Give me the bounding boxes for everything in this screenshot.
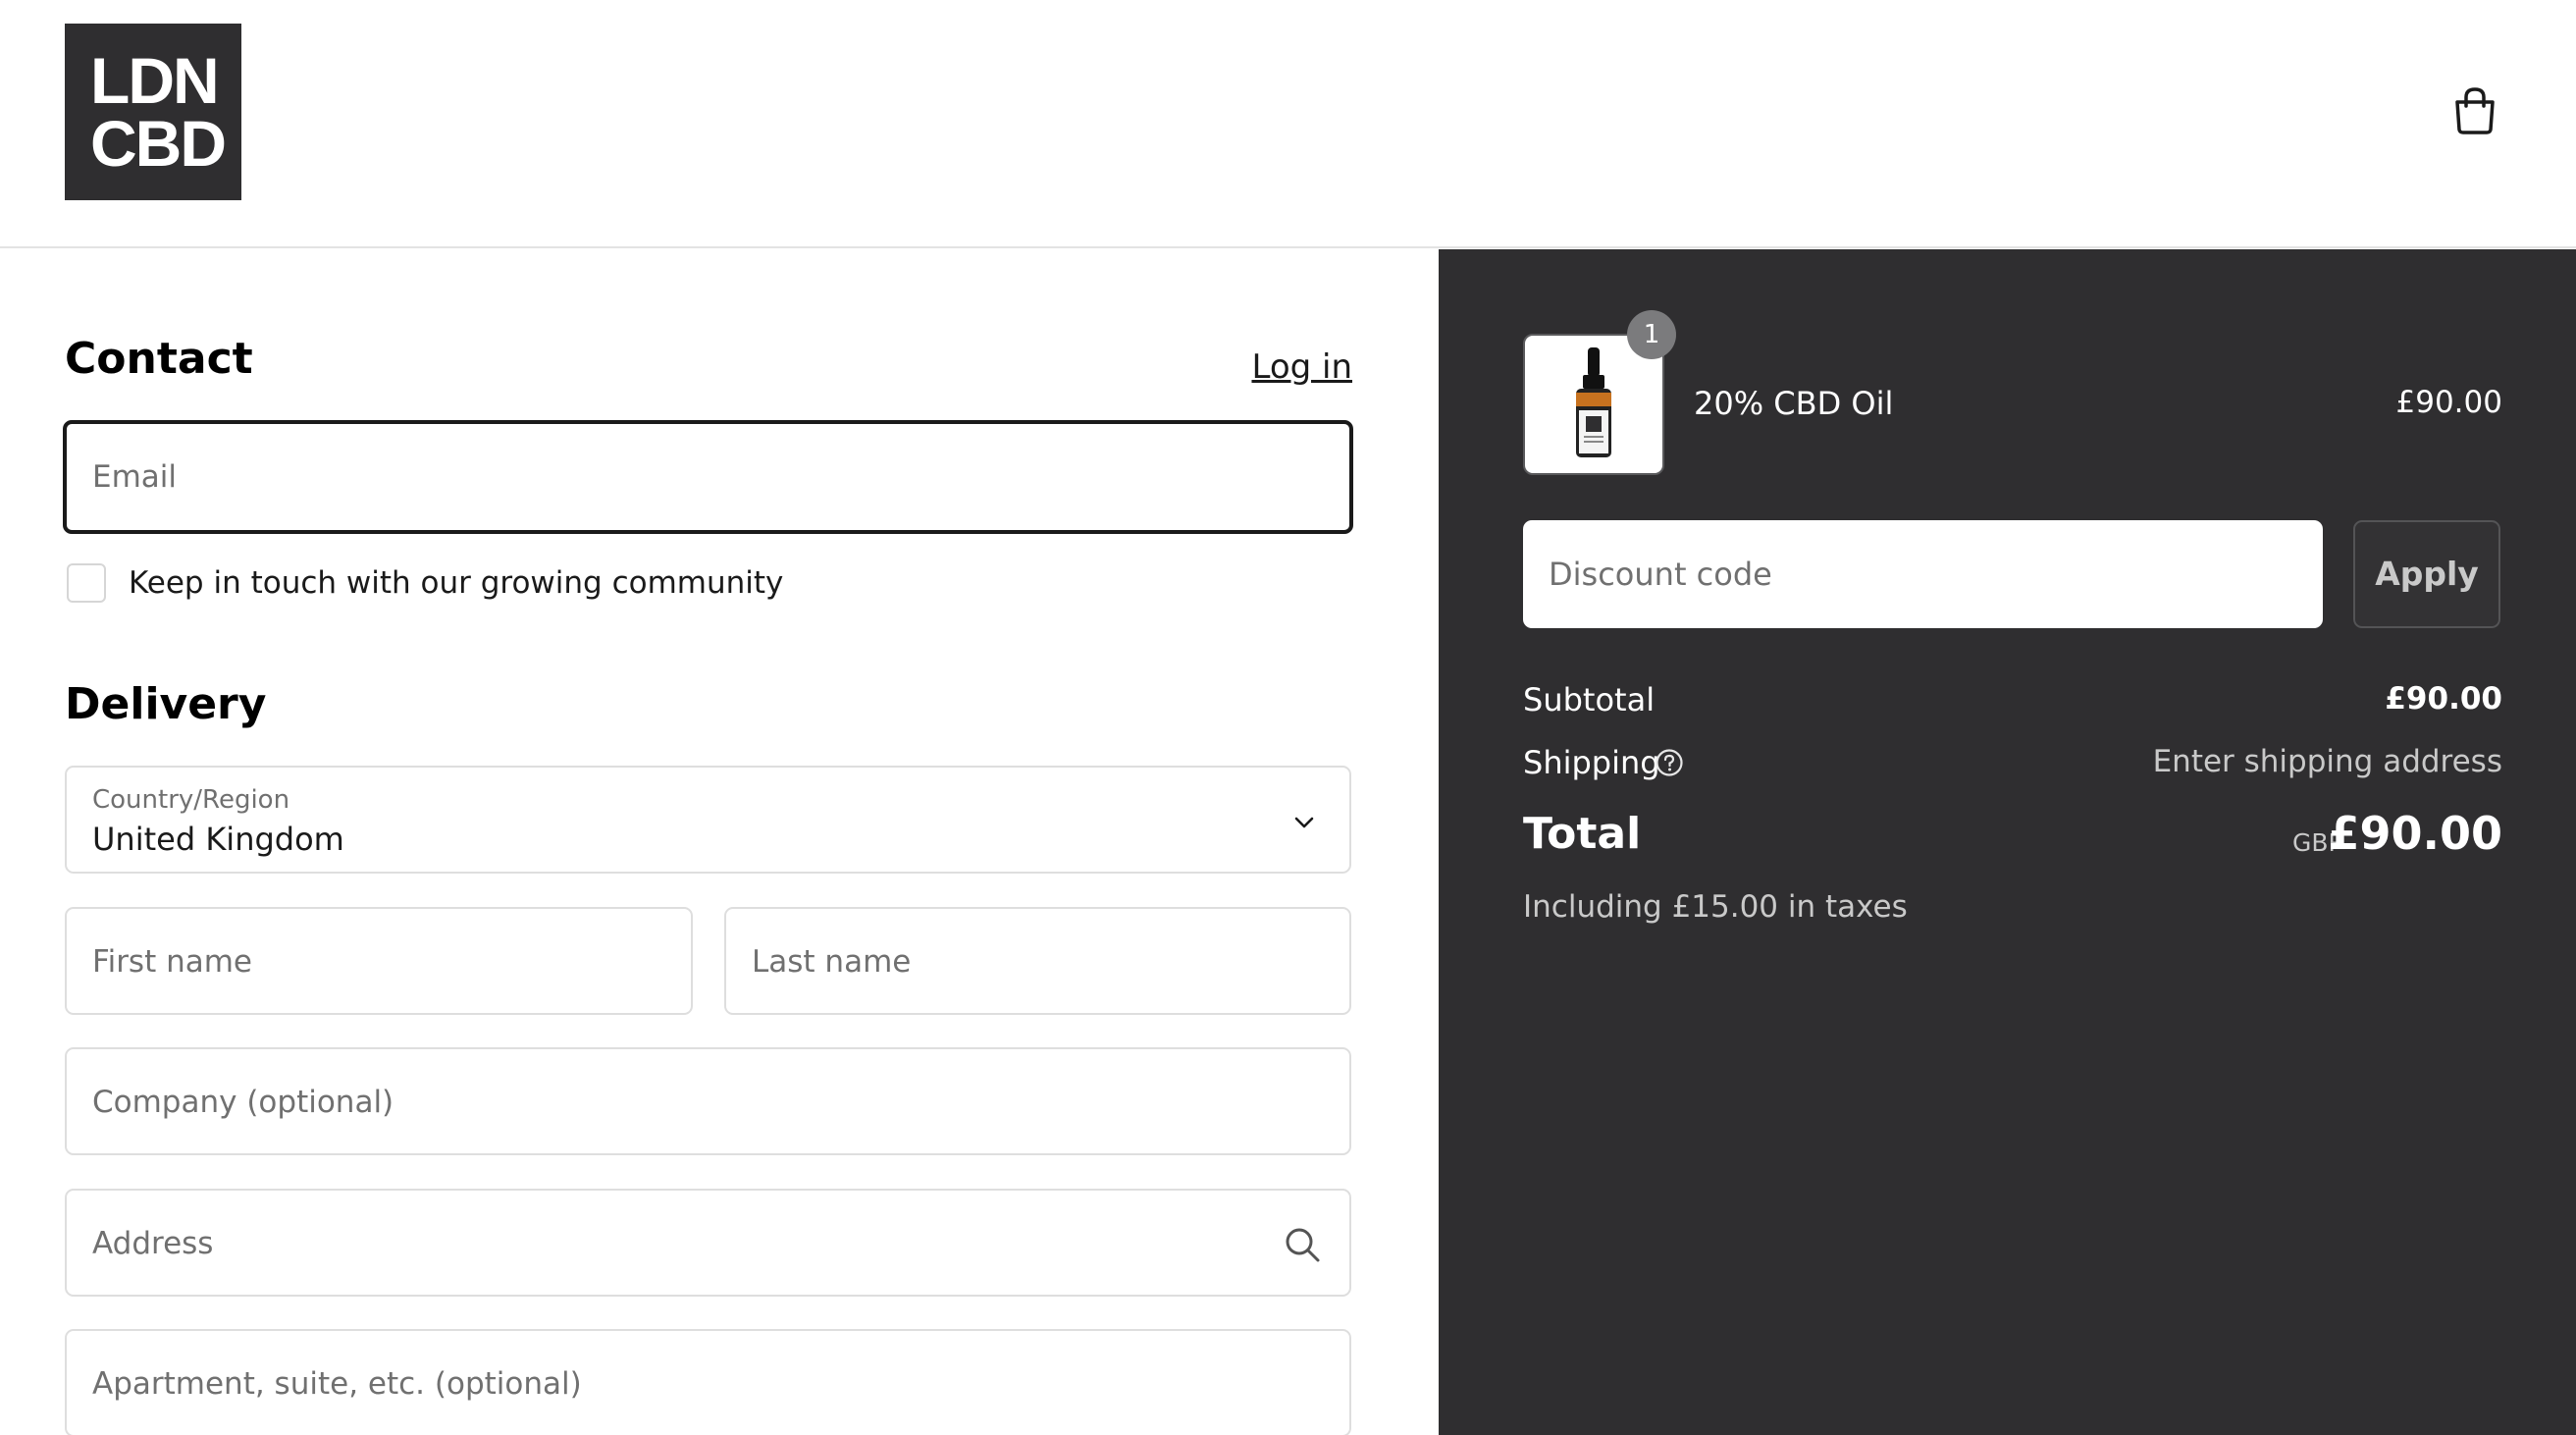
discount-code-input[interactable]: Discount code	[1523, 520, 2323, 628]
company-placeholder: Company (optional)	[92, 1085, 394, 1120]
first-name-placeholder: First name	[92, 944, 253, 980]
marketing-checkbox[interactable]	[67, 563, 106, 603]
shipping-value: Enter shipping address	[2152, 744, 2502, 779]
country-select-label: Country/Region	[92, 785, 290, 815]
shipping-label: Shipping	[1523, 744, 1660, 781]
discount-code-placeholder: Discount code	[1549, 556, 1772, 593]
cart-button[interactable]	[2453, 86, 2497, 135]
email-placeholder: Email	[92, 459, 178, 495]
last-name-placeholder: Last name	[752, 944, 912, 980]
chevron-down-icon	[1294, 817, 1314, 828]
order-summary: 1 20% CBD Oil £90.00 Discount code Apply…	[1439, 249, 2576, 1435]
checkout-form: Contact Log in Email Keep in touch with …	[0, 249, 1438, 1435]
search-icon[interactable]	[1283, 1225, 1322, 1264]
logo-line-1: LDN	[90, 44, 220, 117]
apartment-field[interactable]: Apartment, suite, etc. (optional)	[65, 1329, 1351, 1435]
subtotal-value: £90.00	[2385, 681, 2502, 717]
address-field[interactable]: Address	[65, 1189, 1351, 1297]
apartment-placeholder: Apartment, suite, etc. (optional)	[92, 1366, 582, 1402]
marketing-checkbox-label[interactable]: Keep in touch with our growing community	[129, 565, 783, 601]
country-select[interactable]: Country/Region United Kingdom	[65, 766, 1351, 874]
item-price: £90.00	[2395, 385, 2502, 420]
contact-heading: Contact	[65, 334, 253, 384]
logo-line-2: CBD	[90, 107, 227, 180]
company-field[interactable]: Company (optional)	[65, 1047, 1351, 1155]
taxes-note: Including £15.00 in taxes	[1523, 889, 1908, 925]
email-field[interactable]: Email	[63, 420, 1353, 534]
address-placeholder: Address	[92, 1226, 214, 1261]
shopping-bag-icon	[2455, 87, 2495, 134]
last-name-field[interactable]: Last name	[724, 907, 1351, 1015]
quantity-badge: 1	[1627, 310, 1676, 359]
subtotal-label: Subtotal	[1523, 681, 1656, 718]
delivery-heading: Delivery	[65, 679, 267, 729]
total-value: £90.00	[2328, 807, 2502, 860]
country-select-value: United Kingdom	[92, 821, 344, 858]
apply-discount-button[interactable]: Apply	[2353, 520, 2500, 628]
store-logo[interactable]: LDN CBD	[65, 24, 241, 200]
total-label: Total	[1523, 809, 1642, 859]
help-circle-icon[interactable]	[1655, 748, 1684, 777]
site-header: LDN CBD	[0, 0, 2576, 248]
first-name-field[interactable]: First name	[65, 907, 693, 1015]
login-link[interactable]: Log in	[1251, 347, 1352, 387]
item-name: 20% CBD Oil	[1694, 385, 1894, 422]
